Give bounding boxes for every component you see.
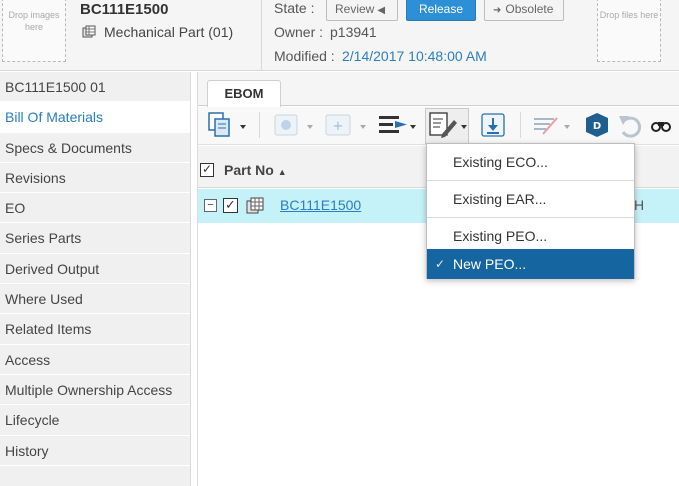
svg-text:D: D <box>593 121 601 132</box>
owner-label: Owner : <box>274 24 324 40</box>
drop-files-label: Drop files here <box>599 10 659 20</box>
obsolete-button[interactable]: ➜ Obsolete <box>484 0 564 21</box>
object-header: Drop images here BC111E1500 Mechanical P… <box>0 0 679 71</box>
sidebar-item-derived-output[interactable]: Derived Output <box>0 254 190 285</box>
menu-item-existing-peo[interactable]: Existing PEO... <box>427 219 634 253</box>
release-button[interactable]: Release <box>406 0 476 21</box>
header-divider <box>261 0 262 70</box>
modified-date-link[interactable]: 2/14/2017 10:48:00 AM <box>342 48 487 64</box>
3d-view-icon[interactable]: D <box>583 110 611 140</box>
toolbar-separator <box>520 112 521 138</box>
undo-icon[interactable] <box>617 110 645 140</box>
mechanical-part-icon <box>82 25 96 38</box>
column-header-part-no[interactable]: Part No ▲ <box>224 162 287 178</box>
drop-images-label: Drop images here <box>8 10 60 32</box>
add-existing-icon[interactable]: + <box>324 110 368 140</box>
part-number-title: BC111E1500 <box>80 1 169 18</box>
toolbar-separator <box>259 112 260 138</box>
row-cell-text: H <box>634 197 645 213</box>
menu-separator <box>427 217 634 218</box>
review-button-label: Review <box>335 2 375 16</box>
menu-item-existing-eco[interactable]: Existing ECO... <box>427 145 634 179</box>
owner-value: p13941 <box>330 24 377 40</box>
edit-change-icon[interactable] <box>428 110 468 140</box>
add-new-icon[interactable] <box>273 110 315 140</box>
sidebar-item-revisions[interactable]: Revisions <box>0 163 190 194</box>
sidebar-item-where-used[interactable]: Where Used <box>0 284 190 315</box>
sidebar-item-eo[interactable]: EO <box>0 193 190 224</box>
sidebar-item-history[interactable]: History <box>0 436 190 466</box>
sidebar-item-lifecycle[interactable]: Lifecycle <box>0 405 190 436</box>
select-all-checkbox[interactable]: ✓ <box>200 163 214 177</box>
sidebar-item-related-items[interactable]: Related Items <box>0 314 190 345</box>
state-label: State : <box>274 0 315 16</box>
menu-separator <box>427 180 634 181</box>
drop-images-zone[interactable]: Drop images here <box>2 0 66 62</box>
sidebar-item-multiple-ownership-access[interactable]: Multiple Ownership Access <box>0 375 190 406</box>
find-icon[interactable] <box>650 110 672 140</box>
indent-icon[interactable] <box>377 110 421 140</box>
release-button-label: Release <box>418 2 464 16</box>
sidebar-item-bill-of-materials[interactable]: Bill Of Materials <box>0 102 190 133</box>
part-type: Mechanical Part (01) <box>104 24 234 40</box>
sidebar-item-series-parts[interactable]: Series Parts <box>0 223 190 254</box>
sort-ascending-icon: ▲ <box>277 167 287 177</box>
arrow-right-icon: ➜ <box>493 5 502 16</box>
column-header-part-no-label: Part No <box>224 162 274 178</box>
review-button[interactable]: Review ◀ <box>326 0 398 21</box>
checkmark-icon: ✓ <box>435 257 446 271</box>
change-order-menu: Existing ECO... Existing EAR... Existing… <box>426 143 635 279</box>
export-icon[interactable] <box>480 110 508 140</box>
svg-text:+: + <box>333 119 344 134</box>
modified-label: Modified : <box>274 48 335 64</box>
sidebar-item-access[interactable]: Access <box>0 345 190 375</box>
part-number-link[interactable]: BC111E1500 <box>280 197 361 213</box>
menu-item-new-peo-label: New PEO... <box>453 256 527 272</box>
row-checkbox[interactable]: ✓ <box>223 198 238 213</box>
tab-ebom[interactable]: EBOM <box>207 80 281 107</box>
sidebar-nav: BC111E1500 01 Bill Of Materials Specs & … <box>0 72 191 486</box>
obsolete-button-label: Obsolete <box>505 2 554 16</box>
copy-icon[interactable] <box>207 110 247 140</box>
filter-icon[interactable] <box>531 110 573 140</box>
sidebar-item-revision[interactable]: BC111E1500 01 <box>0 72 190 103</box>
sidebar-item-specs-documents[interactable]: Specs & Documents <box>0 133 190 163</box>
arrow-left-icon: ◀ <box>377 5 386 16</box>
menu-item-existing-ear[interactable]: Existing EAR... <box>427 182 634 216</box>
drop-files-zone[interactable]: Drop files here <box>597 0 661 62</box>
mechanical-part-icon <box>246 197 264 214</box>
menu-item-new-peo[interactable]: ✓ New PEO... <box>427 249 634 279</box>
collapse-icon[interactable]: − <box>204 199 217 212</box>
